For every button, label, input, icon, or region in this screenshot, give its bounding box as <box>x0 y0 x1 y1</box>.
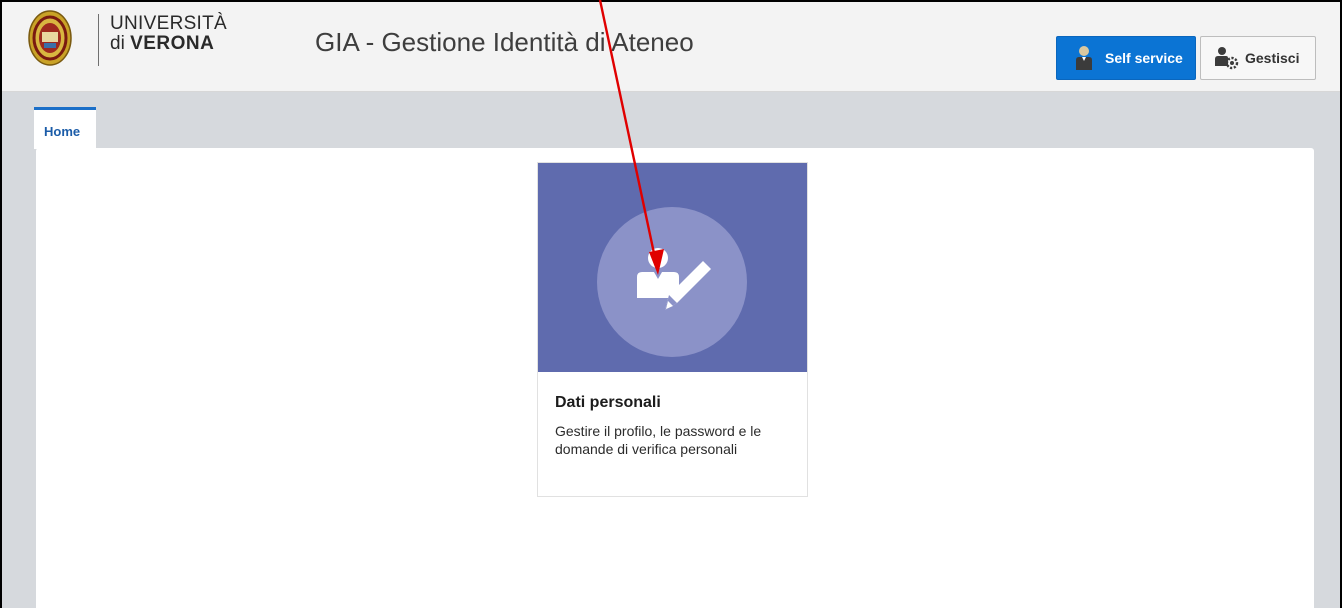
logo-line1: UNIVERSITÀ <box>110 13 228 34</box>
logo-line2: di VERONA <box>110 34 227 53</box>
self-service-label: Self service <box>1105 50 1183 66</box>
app-header: UNIVERSITÀ di VERONA GIA - Gestione Iden… <box>2 2 1340 92</box>
tab-home[interactable]: Home <box>34 107 96 149</box>
logo-divider <box>98 14 99 66</box>
card-banner <box>538 163 807 372</box>
personal-data-card[interactable]: Dati personali Gestire il profilo, le pa… <box>537 162 808 497</box>
university-logo: UNIVERSITÀ di VERONA <box>110 14 227 53</box>
card-description: Gestire il profilo, le password e le dom… <box>555 423 762 457</box>
logo-line2-prefix: di <box>110 33 131 54</box>
manage-button[interactable]: Gestisci <box>1200 36 1316 80</box>
manage-label: Gestisci <box>1245 50 1300 66</box>
user-icon <box>1076 46 1092 70</box>
card-icon-circle <box>597 207 747 357</box>
card-title: Dati personali <box>555 394 661 411</box>
user-gear-icon <box>1215 47 1239 70</box>
self-service-button[interactable]: Self service <box>1056 36 1196 80</box>
user-edit-icon <box>637 248 711 310</box>
logo-line2-bold: VERONA <box>130 33 215 54</box>
university-seal-icon <box>28 10 72 66</box>
page-title: GIA - Gestione Identità di Ateneo <box>315 27 694 57</box>
